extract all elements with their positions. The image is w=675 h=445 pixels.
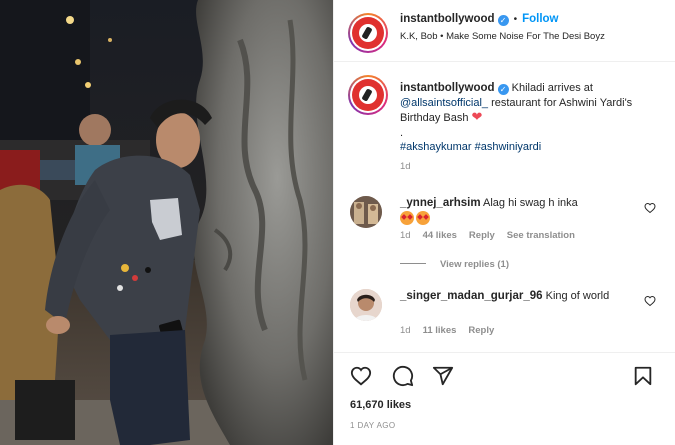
follow-button[interactable]: Follow xyxy=(522,13,558,25)
audio-track-link[interactable]: K.K, Bob • Make Some Noise For The Desi … xyxy=(400,30,610,43)
star-struck-emoji-icon xyxy=(416,210,430,225)
post-side-panel: instantbollywood ✓ • Follow K.K, Bob • Make… xyxy=(333,0,675,445)
caption-time[interactable]: 1d xyxy=(400,161,411,172)
share-paper-plane-icon[interactable] xyxy=(432,365,454,387)
instantbollywood-logo-icon xyxy=(352,17,384,49)
comment-body: _singer_madan_gurjar_96 King of world xyxy=(400,289,640,304)
header-title-row: instantbollywood ✓ • Follow xyxy=(400,13,559,26)
account-avatar[interactable] xyxy=(348,13,388,53)
comment-meta: 1d 44 likes Reply See translation xyxy=(400,230,587,241)
replies-divider xyxy=(400,263,426,264)
red-heart-emoji-icon: ❤ xyxy=(471,109,483,124)
comment-time[interactable]: 1d xyxy=(400,230,411,241)
post-header: instantbollywood ✓ • Follow K.K, Bob • Make… xyxy=(334,0,675,62)
comment-text: King of world xyxy=(545,290,610,302)
post-media[interactable] xyxy=(0,0,333,445)
comment-likes[interactable]: 11 likes xyxy=(423,325,457,336)
comment-text: Alag hi swag h inka xyxy=(483,197,578,209)
verified-badge-icon: ✓ xyxy=(497,15,509,26)
view-replies-label: View replies (1) xyxy=(440,259,509,270)
caption-mention-link[interactable]: @allsaintsofficial_ xyxy=(400,97,488,109)
verified-badge-icon: ✓ xyxy=(497,84,509,95)
video-frame xyxy=(0,0,333,445)
comment-like-heart-icon[interactable] xyxy=(644,202,656,214)
comment-meta: 1d 11 likes Reply xyxy=(400,325,506,336)
commenter-avatar[interactable] xyxy=(350,289,382,321)
caption-username[interactable]: instantbollywood xyxy=(400,82,495,94)
view-replies-button[interactable]: View replies (1) xyxy=(400,259,509,270)
star-struck-emoji-icon xyxy=(400,210,414,225)
post-like-count[interactable]: 61,670 likes xyxy=(350,399,411,411)
comment-username[interactable]: _singer_madan_gurjar_96 xyxy=(400,290,543,302)
commenter-photo xyxy=(350,196,382,228)
post-actions: 61,670 likes 1 DAY AGO xyxy=(334,352,675,445)
commenter-photo xyxy=(350,289,382,321)
comment-time[interactable]: 1d xyxy=(400,325,411,336)
comment-likes[interactable]: 44 likes xyxy=(423,230,457,241)
see-translation-button[interactable]: See translation xyxy=(507,230,575,241)
header-separator: • xyxy=(513,14,518,25)
comment-body: _ynnej_arhsim Alag hi swag h inka xyxy=(400,196,640,227)
comment-username[interactable]: _ynnej_arhsim xyxy=(400,197,481,209)
comment-bubble-icon[interactable] xyxy=(392,365,414,387)
header-username[interactable]: instantbollywood xyxy=(400,13,495,25)
instagram-post: instantbollywood ✓ • Follow K.K, Bob • Make… xyxy=(0,0,675,445)
post-timestamp[interactable]: 1 DAY AGO xyxy=(350,421,396,430)
caption-avatar[interactable] xyxy=(348,75,388,115)
reply-button[interactable]: Reply xyxy=(469,230,495,241)
caption-text: instantbollywood ✓ Khiladi arrives at @al… xyxy=(400,81,668,155)
caption-dot: . xyxy=(400,126,404,139)
caption-hashtags-link[interactable]: #akshaykumar #ashwiniyardi xyxy=(400,141,541,153)
instantbollywood-logo-icon xyxy=(352,79,384,111)
reply-button[interactable]: Reply xyxy=(468,325,494,336)
save-bookmark-icon[interactable] xyxy=(632,365,654,387)
comment-like-heart-icon[interactable] xyxy=(644,295,656,307)
caption-text-before: Khiladi arrives at xyxy=(511,82,593,94)
like-heart-icon[interactable] xyxy=(350,365,372,387)
commenter-avatar[interactable] xyxy=(350,196,382,228)
